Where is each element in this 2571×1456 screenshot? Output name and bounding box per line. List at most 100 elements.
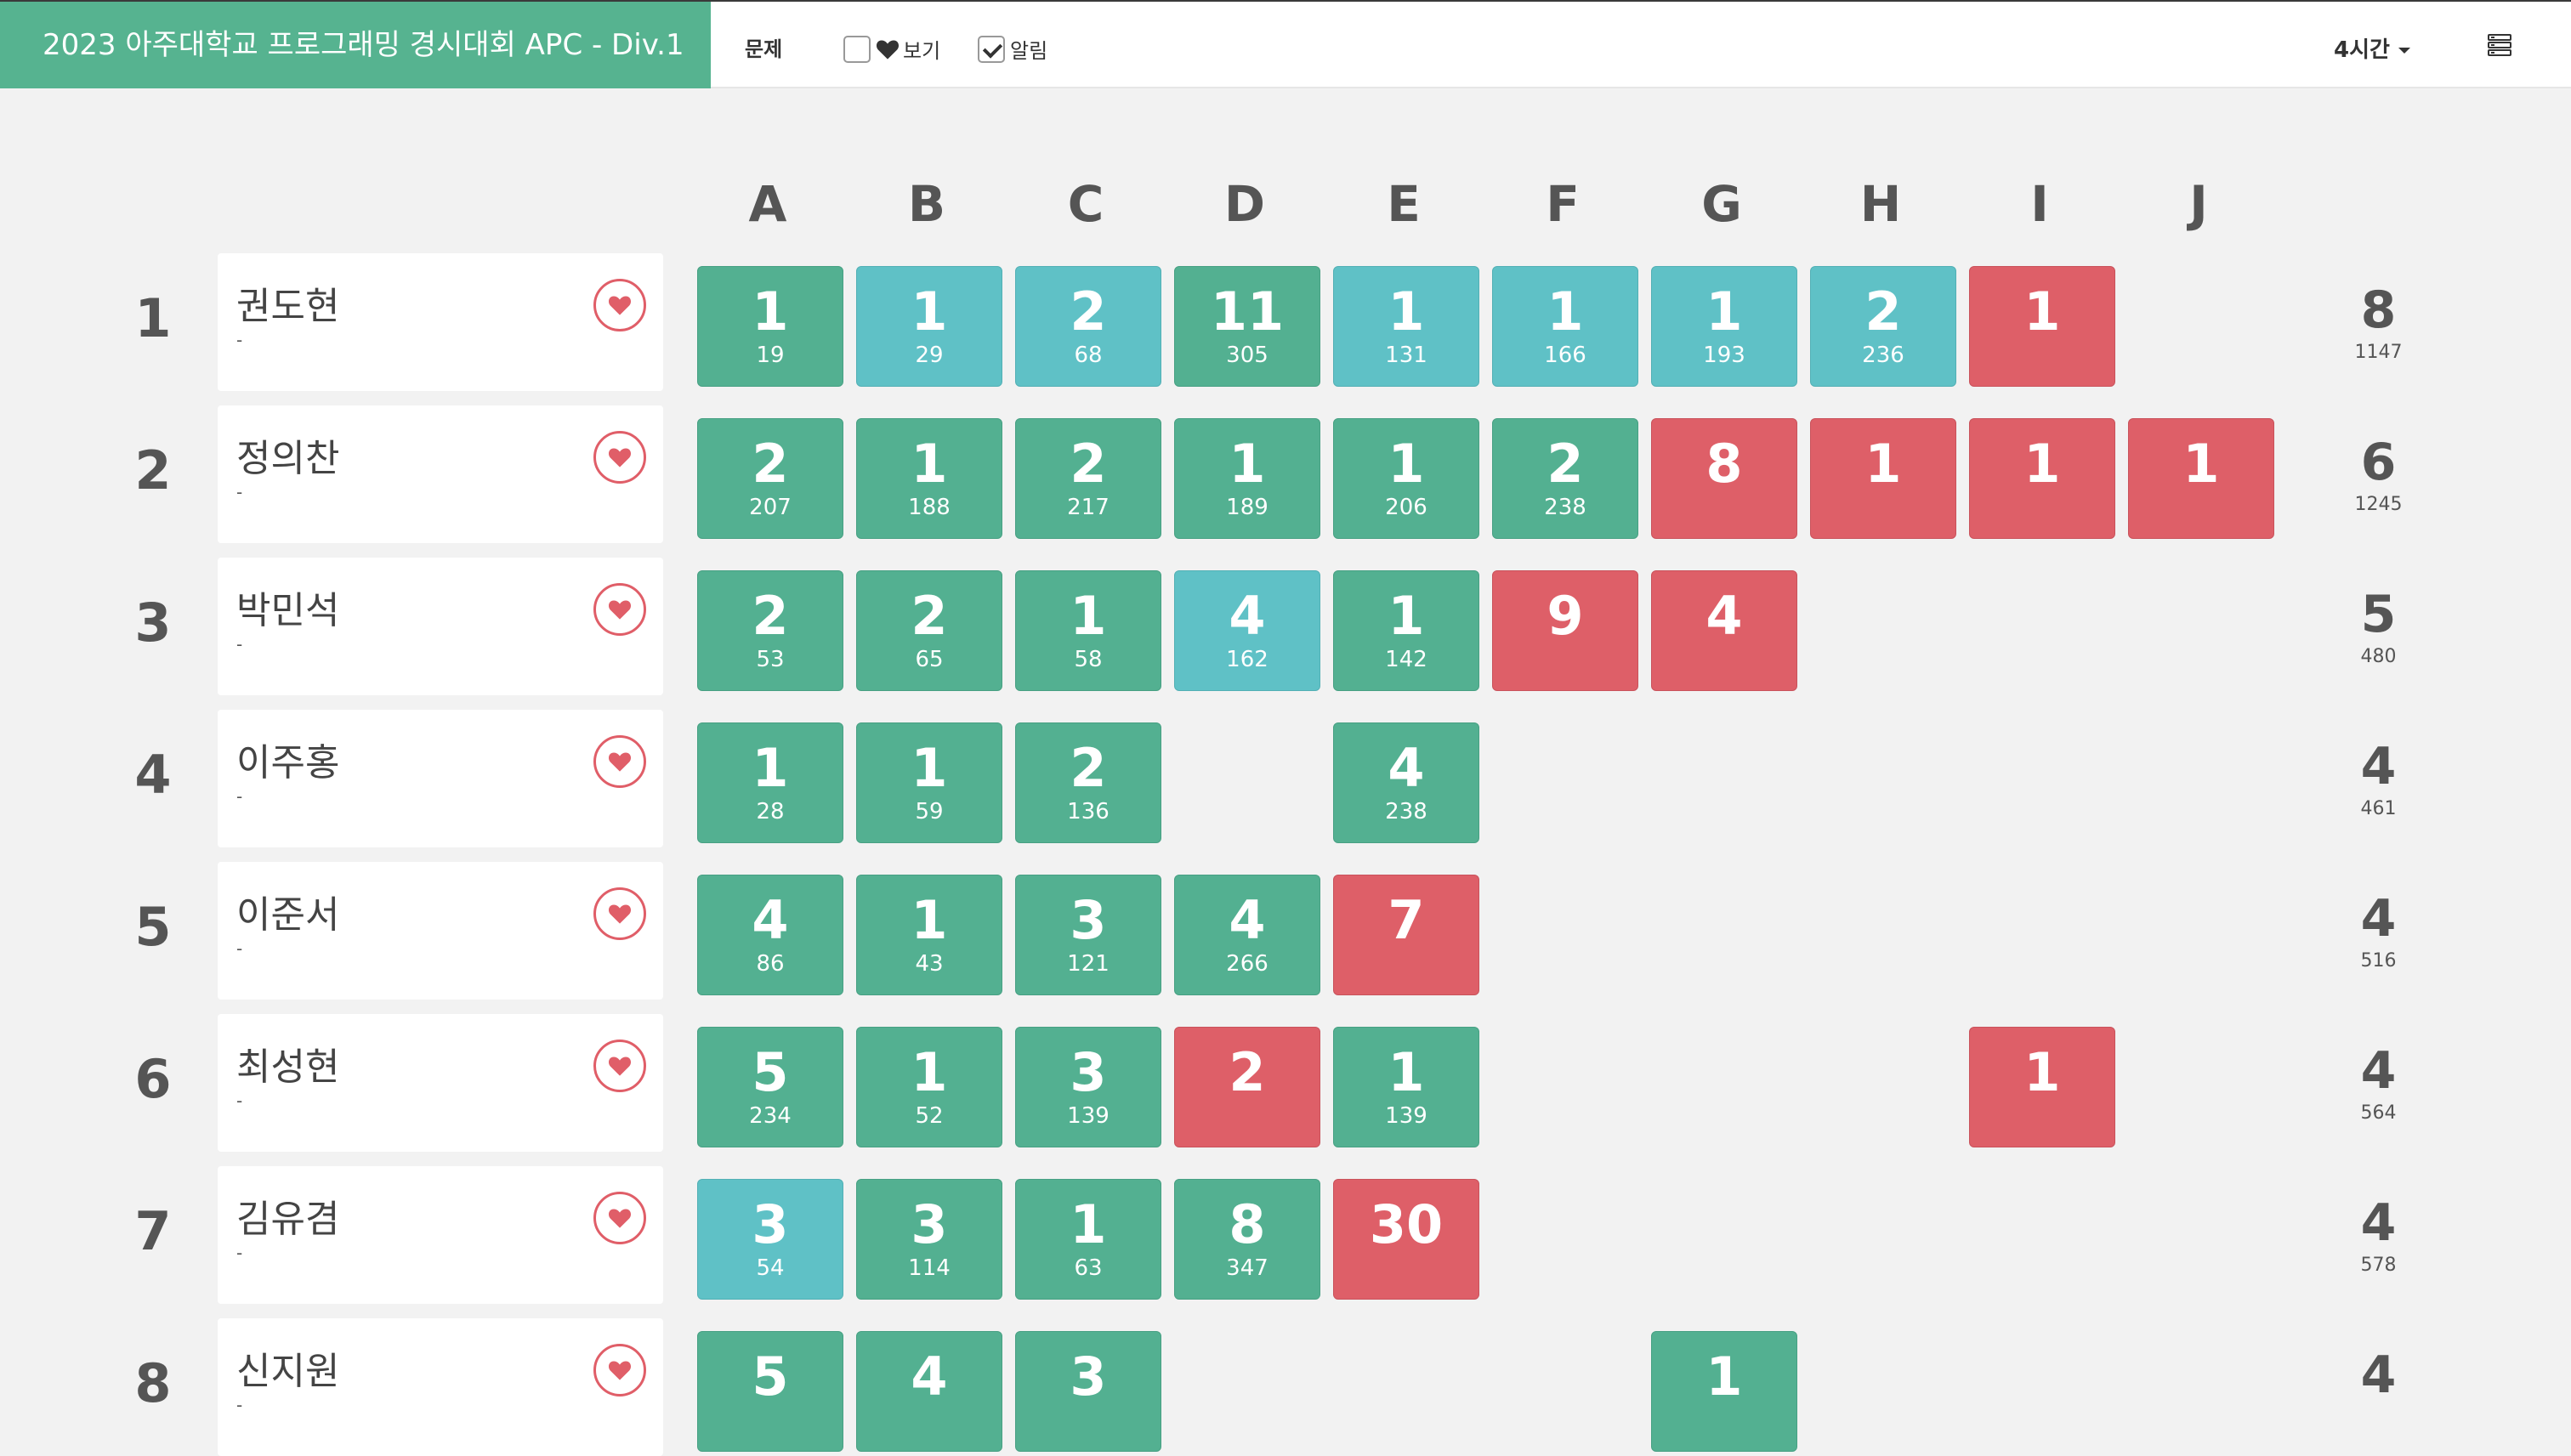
problems-link[interactable]: 문제	[745, 32, 782, 62]
result-cell-b[interactable]: 1 188	[856, 418, 1002, 539]
penalty-time: 480	[2360, 646, 2397, 667]
solve-time: 139	[1067, 1103, 1110, 1129]
result-cell-a[interactable]: 2 53	[697, 570, 843, 691]
favorite-button[interactable]	[593, 279, 646, 331]
problem-header-i[interactable]: I	[1967, 175, 2112, 233]
team-score: 4 516	[2308, 889, 2449, 974]
result-cell-i[interactable]: 1	[1969, 418, 2115, 539]
favorite-button[interactable]	[593, 735, 646, 788]
result-cell-a[interactable]: 2 207	[697, 418, 843, 539]
team-card: 권도현 -	[218, 253, 663, 391]
result-cell-e[interactable]: 4 238	[1333, 722, 1479, 843]
result-cell-g[interactable]: 8	[1651, 418, 1797, 539]
favorite-button[interactable]	[593, 1040, 646, 1092]
solve-time: 28	[756, 799, 785, 824]
result-cell-b[interactable]: 3 114	[856, 1179, 1002, 1300]
heart-icon	[876, 40, 900, 59]
result-cell-a[interactable]: 5	[697, 1331, 843, 1452]
result-cell-b[interactable]: 1 59	[856, 722, 1002, 843]
notify-checkbox[interactable]	[978, 35, 1005, 63]
solve-time: 59	[915, 799, 944, 824]
solve-time: 63	[1074, 1255, 1103, 1281]
favorite-button[interactable]	[593, 887, 646, 940]
rank-number: 3	[134, 592, 172, 654]
result-cell-a[interactable]: 5 234	[697, 1027, 843, 1147]
view-checkbox[interactable]	[843, 35, 871, 63]
result-cell-e[interactable]: 7	[1333, 875, 1479, 995]
heart-icon	[608, 296, 632, 315]
view-toggle[interactable]: 보기	[843, 34, 940, 64]
problem-header-g[interactable]: G	[1649, 175, 1794, 233]
result-cell-e[interactable]: 1 206	[1333, 418, 1479, 539]
problem-header-b[interactable]: B	[854, 175, 999, 233]
problem-header-a[interactable]: A	[695, 175, 840, 233]
result-cell-b[interactable]: 1 29	[856, 266, 1002, 387]
result-cell-b[interactable]: 4	[856, 1331, 1002, 1452]
result-cell-d[interactable]: 1 189	[1174, 418, 1320, 539]
result-cell-h[interactable]: 1	[1810, 418, 1956, 539]
contest-title[interactable]: 2023 아주대학교 프로그래밍 경시대회 APC - Div.1	[0, 2, 711, 88]
result-cell-f[interactable]: 9	[1492, 570, 1638, 691]
favorite-button[interactable]	[593, 1344, 646, 1397]
result-cell-e[interactable]: 1 139	[1333, 1027, 1479, 1147]
result-cell-d[interactable]: 4 266	[1174, 875, 1320, 995]
result-cell-i[interactable]: 1	[1969, 266, 2115, 387]
result-cell-b[interactable]: 2 65	[856, 570, 1002, 691]
attempt-count: 1	[2023, 280, 2061, 343]
favorite-button[interactable]	[593, 1192, 646, 1244]
solve-time: 162	[1226, 647, 1268, 672]
result-cell-c[interactable]: 2 136	[1015, 722, 1161, 843]
result-cell-b[interactable]: 1 43	[856, 875, 1002, 995]
result-cell-b[interactable]: 1 52	[856, 1027, 1002, 1147]
result-cell-c[interactable]: 3 139	[1015, 1027, 1161, 1147]
favorite-button[interactable]	[593, 431, 646, 484]
result-cell-e[interactable]: 30	[1333, 1179, 1479, 1300]
result-cell-c[interactable]: 3	[1015, 1331, 1161, 1452]
attempt-count: 5	[752, 1041, 789, 1103]
solve-time: 86	[756, 951, 785, 977]
solve-time: 136	[1067, 799, 1110, 824]
attempt-count: 3	[911, 1193, 948, 1255]
result-cell-d[interactable]: 11 305	[1174, 266, 1320, 387]
penalty-time: 516	[2360, 950, 2397, 972]
heart-icon	[608, 600, 632, 620]
result-cell-i[interactable]: 1	[1969, 1027, 2115, 1147]
result-cell-e[interactable]: 1 142	[1333, 570, 1479, 691]
result-cell-f[interactable]: 2 238	[1492, 418, 1638, 539]
result-cell-h[interactable]: 2 236	[1810, 266, 1956, 387]
result-cell-c[interactable]: 2 217	[1015, 418, 1161, 539]
result-cell-j[interactable]: 1	[2128, 418, 2274, 539]
penalty-time: 461	[2360, 798, 2397, 819]
solve-time: 58	[1074, 647, 1103, 672]
result-cell-e[interactable]: 1 131	[1333, 266, 1479, 387]
problem-header-j[interactable]: J	[2126, 175, 2271, 233]
notify-toggle[interactable]: 알림	[978, 34, 1047, 64]
result-cell-c[interactable]: 3 121	[1015, 875, 1161, 995]
result-cell-g[interactable]: 4	[1651, 570, 1797, 691]
result-cell-a[interactable]: 1 19	[697, 266, 843, 387]
time-dropdown[interactable]: 4시간	[2334, 32, 2410, 64]
result-cell-a[interactable]: 4 86	[697, 875, 843, 995]
result-cell-d[interactable]: 2	[1174, 1027, 1320, 1147]
result-cell-d[interactable]: 4 162	[1174, 570, 1320, 691]
result-cell-g[interactable]: 1 193	[1651, 266, 1797, 387]
result-cell-f[interactable]: 1 166	[1492, 266, 1638, 387]
problem-header-f[interactable]: F	[1490, 175, 1635, 233]
problem-header-d[interactable]: D	[1172, 175, 1317, 233]
result-cell-c[interactable]: 1 58	[1015, 570, 1161, 691]
attempt-count: 2	[1547, 433, 1584, 495]
result-cell-g[interactable]: 1	[1651, 1331, 1797, 1452]
solve-time: 54	[756, 1255, 785, 1281]
heart-icon	[608, 904, 632, 924]
result-cell-c[interactable]: 1 63	[1015, 1179, 1161, 1300]
problem-header-h[interactable]: H	[1808, 175, 1953, 233]
result-cell-c[interactable]: 2 68	[1015, 266, 1161, 387]
problem-header-e[interactable]: E	[1331, 175, 1476, 233]
result-cell-d[interactable]: 8 347	[1174, 1179, 1320, 1300]
result-cell-a[interactable]: 3 54	[697, 1179, 843, 1300]
result-cell-a[interactable]: 1 28	[697, 722, 843, 843]
team-name: 권도현	[236, 285, 340, 328]
favorite-button[interactable]	[593, 583, 646, 636]
problem-header-c[interactable]: C	[1013, 175, 1158, 233]
menu-list-icon[interactable]	[2488, 34, 2511, 56]
